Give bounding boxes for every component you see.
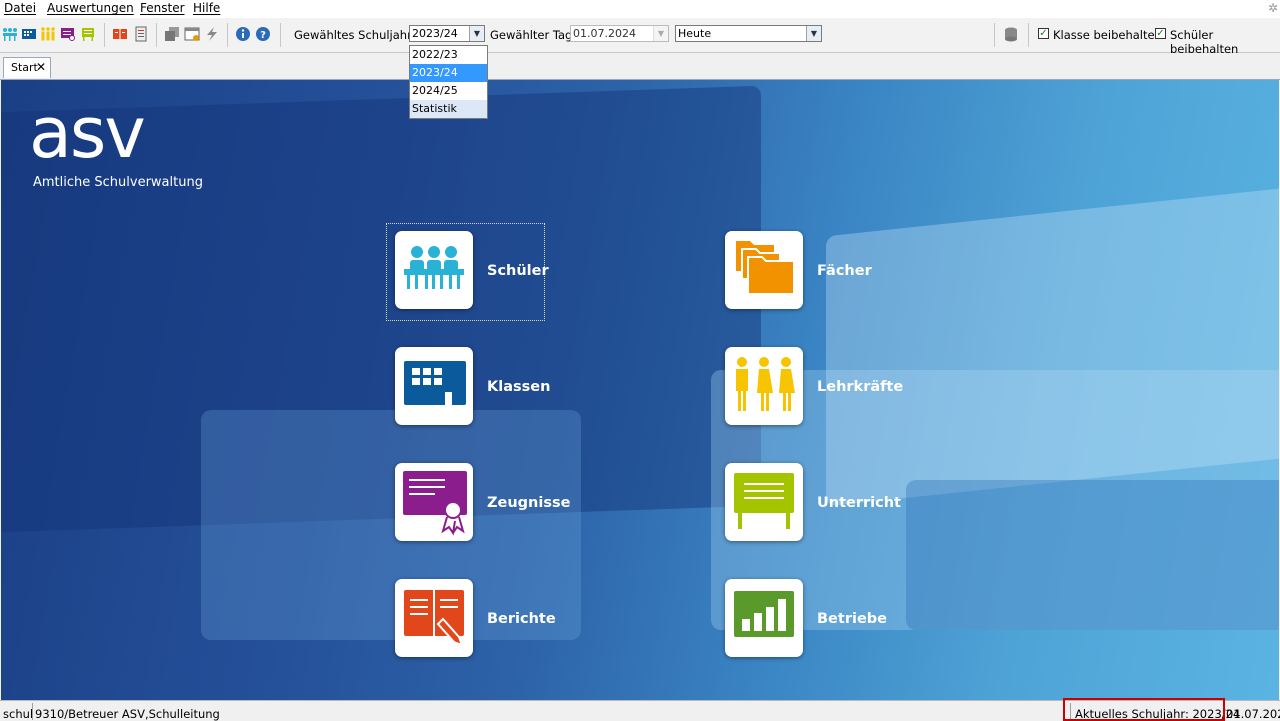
copy-icon[interactable] xyxy=(164,26,180,42)
toolbar: ? Gewähltes Schuljahr 2023/24 ▼ Gewählte… xyxy=(0,18,1280,56)
menu-hilfe[interactable]: Hilfe xyxy=(193,1,220,15)
menu-auswertungen[interactable]: Auswertungen xyxy=(47,1,134,15)
classes-tile[interactable] xyxy=(395,347,473,425)
toolbar-separator xyxy=(227,23,228,47)
help-icon[interactable]: ? xyxy=(255,26,271,42)
highlight-box xyxy=(1063,698,1225,721)
teachers-tile-label[interactable]: Lehrkräfte xyxy=(817,379,903,395)
info-icon[interactable] xyxy=(235,26,251,42)
lessons-tile[interactable] xyxy=(725,463,803,541)
day-date-value: 01.07.2024 xyxy=(573,27,636,40)
background-shape xyxy=(826,183,1279,507)
tab-start-label: Start xyxy=(11,61,38,74)
keep-class-label: Klasse beibehalten xyxy=(1053,28,1162,42)
certificates-tile-label[interactable]: Zeugnisse xyxy=(487,495,570,511)
logo-subtitle: Amtliche Schulverwaltung xyxy=(33,175,203,190)
classes-icon[interactable] xyxy=(21,26,37,42)
toolbar-separator xyxy=(994,23,995,47)
teachers-icon xyxy=(736,357,795,411)
toolbar-separator xyxy=(156,23,157,47)
lessons-tile-label[interactable]: Unterricht xyxy=(817,495,901,511)
keep-student-label: Schüler beibehalten xyxy=(1170,28,1239,56)
toolbar-separator xyxy=(1028,23,1029,47)
report-icon[interactable] xyxy=(112,26,128,42)
lightning-icon[interactable] xyxy=(204,26,220,42)
students-icon xyxy=(404,246,464,289)
toolbar-separator xyxy=(280,23,281,47)
reports-tile-label[interactable]: Berichte xyxy=(487,611,556,627)
certificates-tile[interactable] xyxy=(395,463,473,541)
bar-chart-icon xyxy=(734,591,794,637)
students-icon[interactable] xyxy=(2,26,18,42)
keep-student-checkbox[interactable]: ✓ xyxy=(1155,28,1166,39)
report-book-icon xyxy=(404,590,464,647)
subjects-tile[interactable] xyxy=(725,231,803,309)
tab-strip: Start ✕ xyxy=(0,53,1280,80)
background-shape xyxy=(201,410,581,640)
school-year-select[interactable]: 2023/24 ▼ xyxy=(409,25,485,42)
dropdown-option-hovered[interactable]: Statistik xyxy=(410,100,487,118)
asv-logo: asv xyxy=(29,92,146,174)
dropdown-option[interactable]: 2022/23 xyxy=(410,46,487,64)
toolbar-separator xyxy=(104,23,105,47)
start-page: asv Amtliche Schulverwaltung Schüler Fäc… xyxy=(1,80,1279,700)
day-date-field[interactable]: 01.07.2024 ▼ xyxy=(570,25,669,42)
chevron-down-icon[interactable]: ▼ xyxy=(653,26,668,41)
tab-start[interactable]: Start ✕ xyxy=(3,57,51,78)
keep-class-checkbox[interactable]: ✓ xyxy=(1038,28,1049,39)
calendar-window-icon[interactable] xyxy=(184,26,200,42)
day-preset-select[interactable]: Heute ▼ xyxy=(675,25,822,42)
dropdown-option[interactable]: 2024/25 xyxy=(410,82,487,100)
svg-text:?: ? xyxy=(260,30,266,41)
teachers-icon[interactable] xyxy=(40,26,56,42)
certificates-icon[interactable] xyxy=(60,26,76,42)
menu-bar: Datei Auswertungen Fenster Hilfe ✲ xyxy=(0,0,1280,18)
folders-icon xyxy=(736,241,795,295)
busy-spinner-icon: ✲ xyxy=(1267,1,1278,15)
school-year-dropdown: 2022/23 2023/24 2024/25 Statistik xyxy=(409,45,488,119)
status-date: 01.07.2024 xyxy=(1226,707,1280,721)
students-tile[interactable] xyxy=(395,231,473,309)
companies-tile-label[interactable]: Betriebe xyxy=(817,611,887,627)
day-label: Gewählter Tag xyxy=(490,28,573,42)
teachers-tile[interactable] xyxy=(725,347,803,425)
dropdown-option-selected[interactable]: 2023/24 xyxy=(410,64,487,82)
reports-tile[interactable] xyxy=(395,579,473,657)
school-year-label: Gewähltes Schuljahr xyxy=(294,28,412,42)
companies-tile[interactable] xyxy=(725,579,803,657)
background-shape xyxy=(906,480,1279,630)
chevron-down-icon[interactable]: ▼ xyxy=(806,26,821,41)
lessons-icon[interactable] xyxy=(80,26,96,42)
status-user: 9310/Betreuer ASV,Schulleitung xyxy=(35,707,220,721)
blackboard-icon xyxy=(734,473,794,529)
classroom-icon xyxy=(404,361,466,405)
database-icon[interactable] xyxy=(1003,26,1019,42)
status-divider xyxy=(32,703,33,720)
menu-fenster[interactable]: Fenster xyxy=(140,1,185,15)
certificate-icon xyxy=(403,471,467,536)
chevron-down-icon[interactable]: ▼ xyxy=(469,26,484,41)
print-icon[interactable] xyxy=(133,26,149,42)
menu-datei[interactable]: Datei xyxy=(4,1,36,15)
day-preset-value: Heute xyxy=(678,27,712,40)
school-year-value: 2023/24 xyxy=(412,27,458,40)
status-school: schul xyxy=(3,707,34,721)
classes-tile-label[interactable]: Klassen xyxy=(487,379,550,395)
close-icon[interactable]: ✕ xyxy=(36,58,46,77)
students-tile-label[interactable]: Schüler xyxy=(487,263,549,279)
subjects-tile-label[interactable]: Fächer xyxy=(817,263,872,279)
